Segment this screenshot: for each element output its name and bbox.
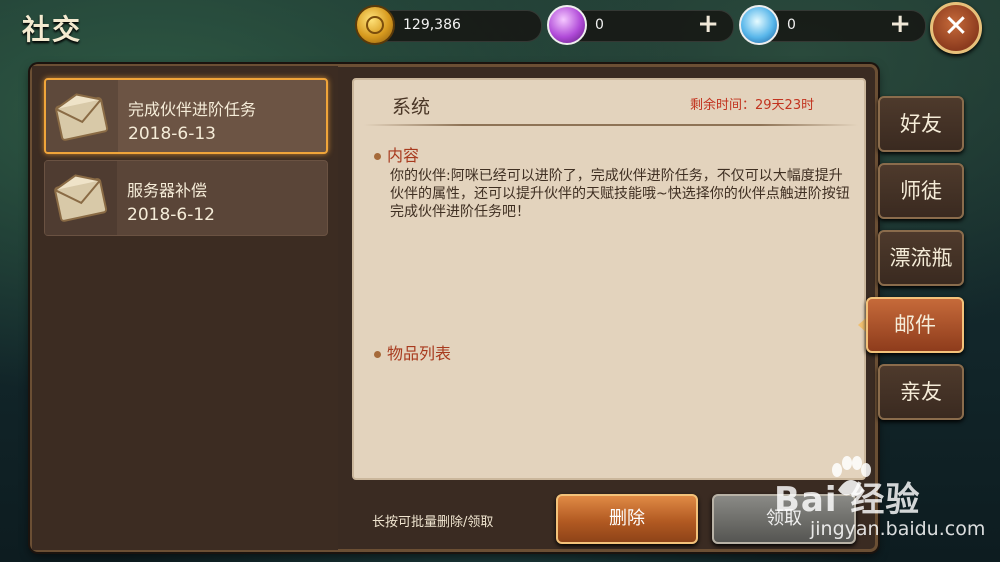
diamond-amount: 0 [787,17,796,33]
mail-title: 完成伙伴进阶任务 [128,100,257,119]
diamond-resource: 0 + [739,5,926,45]
orb-resource: 0 + [547,5,734,45]
add-diamond-button[interactable]: + [889,9,911,39]
gold-amount: 129,386 [403,17,461,33]
purple-orb-icon [547,5,587,45]
mail-thumb [46,80,118,152]
batch-hint: 长按可批量删除/领取 [372,515,494,530]
close-icon: ✕ [943,9,969,44]
envelope-icon [54,174,108,222]
mail-list-item[interactable]: 完成伙伴进阶任务 2018-6-13 [44,78,328,154]
mail-thumb [45,161,117,235]
mail-list-item[interactable]: 服务器补偿 2018-6-12 [44,160,328,236]
divider [364,124,858,126]
orb-amount: 0 [595,17,604,33]
bullet-icon [374,153,381,160]
tab-mentor[interactable]: 师徒 [878,163,964,219]
mail-date: 2018-6-12 [127,205,215,225]
items-heading-label: 物品列表 [387,344,452,363]
tab-friends[interactable]: 好友 [878,96,964,152]
bullet-icon [374,351,381,358]
gold-resource: 129,386 [355,5,542,45]
tab-bottle[interactable]: 漂流瓶 [878,230,964,286]
add-orb-button[interactable]: + [697,9,719,39]
tab-mail[interactable]: 邮件 [866,297,964,353]
tab-relatives[interactable]: 亲友 [878,364,964,420]
content-heading-label: 内容 [387,146,420,165]
mail-date: 2018-6-13 [128,124,216,144]
page-title: 社交 [22,13,83,46]
mail-content: 你的伙伴:阿咪已经可以进阶了，完成伙伴进阶任务，不仅可以大幅度提升伙伴的属性，还… [390,168,850,220]
mail-sender: 系统 [392,96,431,118]
mail-detail [352,78,866,480]
active-tab-arrow-icon [858,318,866,332]
watermark-url: jingyan.baidu.com [810,518,986,540]
diamond-icon [739,5,779,45]
watermark-text: Bai 经验 [774,480,921,520]
items-heading: 物品列表 [374,340,451,364]
close-button[interactable]: ✕ [930,2,982,54]
mail-title: 服务器补偿 [127,181,208,200]
gold-coin-icon [355,5,395,45]
envelope-icon [55,93,109,141]
delete-button[interactable]: 删除 [556,494,698,544]
content-heading: 内容 [374,142,419,166]
watermark: Bai 经验 jingyan.baidu.com [770,456,985,556]
expire-time: 剩余时间：29天23时 [690,98,815,113]
